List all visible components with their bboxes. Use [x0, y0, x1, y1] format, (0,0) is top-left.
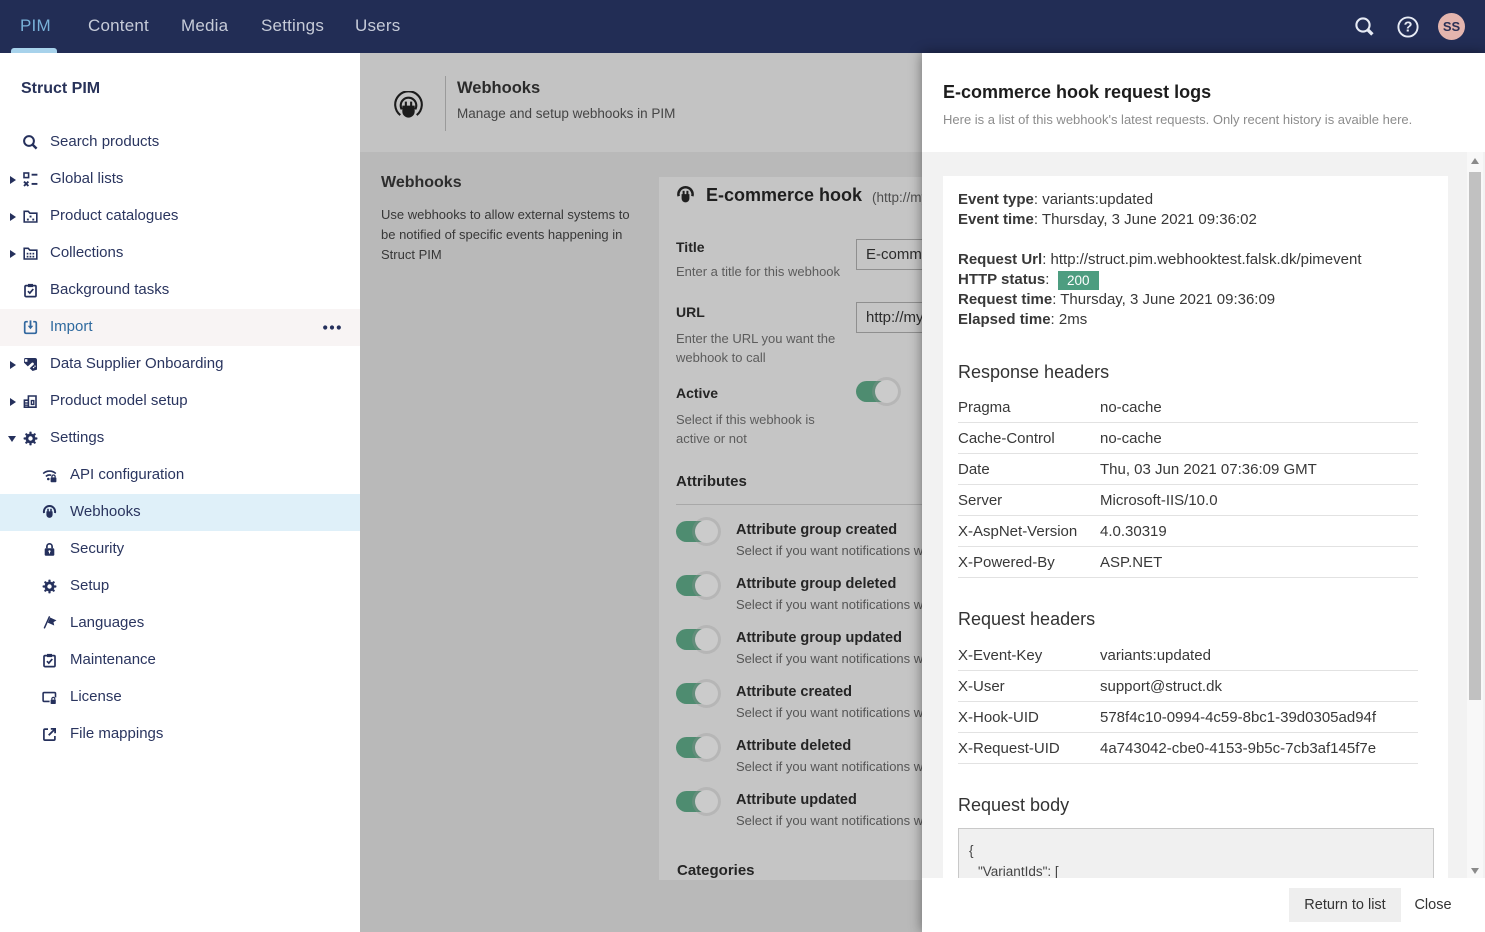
svg-text:?: ?	[1404, 20, 1413, 36]
